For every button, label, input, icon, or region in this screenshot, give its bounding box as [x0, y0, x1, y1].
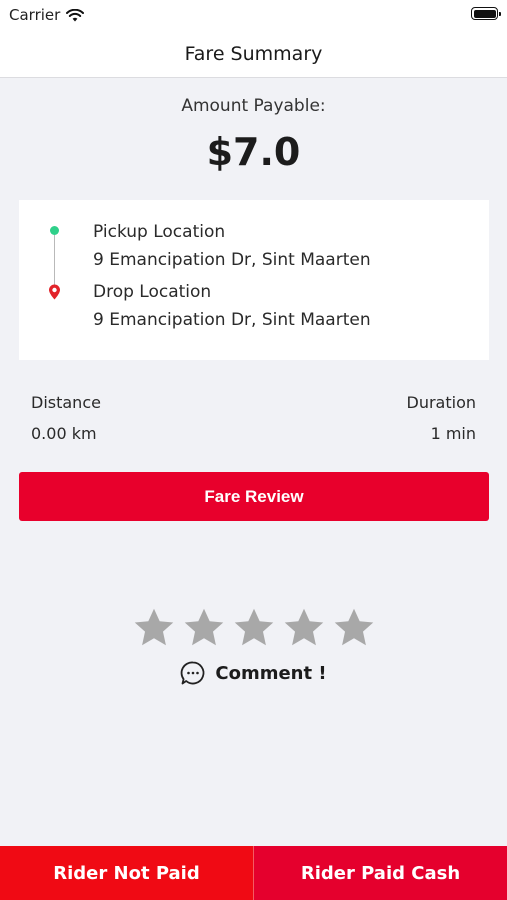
nav-bar: Fare Summary — [0, 30, 507, 78]
rider-paid-cash-button[interactable]: Rider Paid Cash — [254, 846, 507, 900]
star-rating — [0, 606, 507, 650]
drop-pin-icon — [49, 284, 60, 300]
amount-payable-label: Amount Payable: — [181, 96, 326, 116]
star-icon-4[interactable] — [282, 606, 326, 650]
duration-value: 1 min — [430, 424, 476, 443]
amount-payable-value: $7.0 — [206, 130, 301, 174]
star-icon-2[interactable] — [182, 606, 226, 650]
drop-location-title: Drop Location — [93, 282, 212, 302]
distance-value: 0.00 km — [31, 424, 97, 443]
location-card: Pickup Location 9 Emancipation Dr, Sint … — [19, 200, 489, 360]
star-icon-3[interactable] — [232, 606, 276, 650]
pickup-location-title: Pickup Location — [93, 222, 226, 242]
rider-not-paid-button[interactable]: Rider Not Paid — [0, 846, 254, 900]
comment-label: Comment ! — [215, 662, 327, 684]
star-icon-5[interactable] — [332, 606, 376, 650]
route-connector — [54, 235, 55, 285]
carrier-label: Carrier — [9, 6, 61, 24]
comment-button[interactable]: Comment ! — [0, 660, 507, 686]
distance-label: Distance — [31, 393, 101, 412]
wifi-icon — [66, 8, 85, 21]
star-icon-1[interactable] — [132, 606, 176, 650]
comment-bubble-icon — [181, 661, 205, 685]
carrier-info: Carrier — [9, 6, 85, 24]
pickup-location-address: 9 Emancipation Dr, Sint Maarten — [93, 250, 371, 270]
fare-review-button[interactable]: Fare Review — [19, 472, 489, 521]
drop-location-address: 9 Emancipation Dr, Sint Maarten — [93, 310, 371, 330]
status-bar: Carrier — [0, 0, 507, 30]
battery-icon — [471, 7, 501, 20]
pickup-dot-icon — [50, 226, 59, 235]
duration-label: Duration — [406, 393, 477, 412]
payment-action-bar: Rider Not Paid Rider Paid Cash — [0, 846, 507, 900]
page-title: Fare Summary — [184, 42, 323, 65]
